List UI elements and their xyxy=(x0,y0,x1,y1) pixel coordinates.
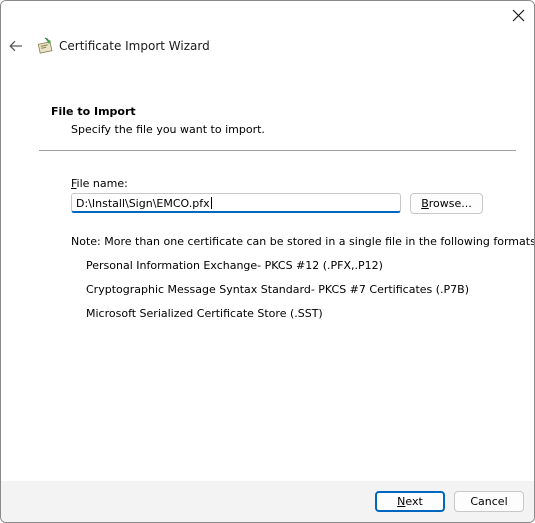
wizard-footer: Next Cancel xyxy=(1,481,534,522)
browse-button-text: rowse... xyxy=(428,197,472,210)
close-icon xyxy=(512,9,525,22)
certificate-icon xyxy=(36,37,54,55)
formats-note: Note: More than one certificate can be s… xyxy=(71,235,535,248)
next-button[interactable]: Next xyxy=(375,491,445,512)
format-item: Microsoft Serialized Certificate Store (… xyxy=(86,307,323,320)
back-button[interactable] xyxy=(6,36,26,56)
file-name-label-text: ile name: xyxy=(76,177,128,190)
file-name-value: D:\Install\Sign\EMCO.pfx xyxy=(76,197,210,210)
browse-button[interactable]: Browse... xyxy=(410,193,483,214)
file-name-label: File name: xyxy=(71,177,128,190)
arrow-left-icon xyxy=(9,40,22,52)
wizard-header: Certificate Import Wizard xyxy=(1,33,534,61)
text-caret xyxy=(210,197,212,209)
divider xyxy=(39,150,516,151)
section-description: Specify the file you want to import. xyxy=(71,123,265,136)
section-title: File to Import xyxy=(51,105,136,118)
format-item: Personal Information Exchange- PKCS #12 … xyxy=(86,259,383,272)
title-bar xyxy=(1,1,534,33)
wizard-title: Certificate Import Wizard xyxy=(59,39,210,53)
browse-button-mnemonic: B xyxy=(421,197,429,210)
close-button[interactable] xyxy=(504,1,534,31)
file-name-input[interactable]: D:\Install\Sign\EMCO.pfx xyxy=(71,193,401,213)
cancel-button[interactable]: Cancel xyxy=(454,491,524,512)
next-button-text: ext xyxy=(405,495,423,508)
certificate-import-wizard-window: Certificate Import Wizard File to Import… xyxy=(0,0,535,523)
format-item: Cryptographic Message Syntax Standard- P… xyxy=(86,283,470,296)
